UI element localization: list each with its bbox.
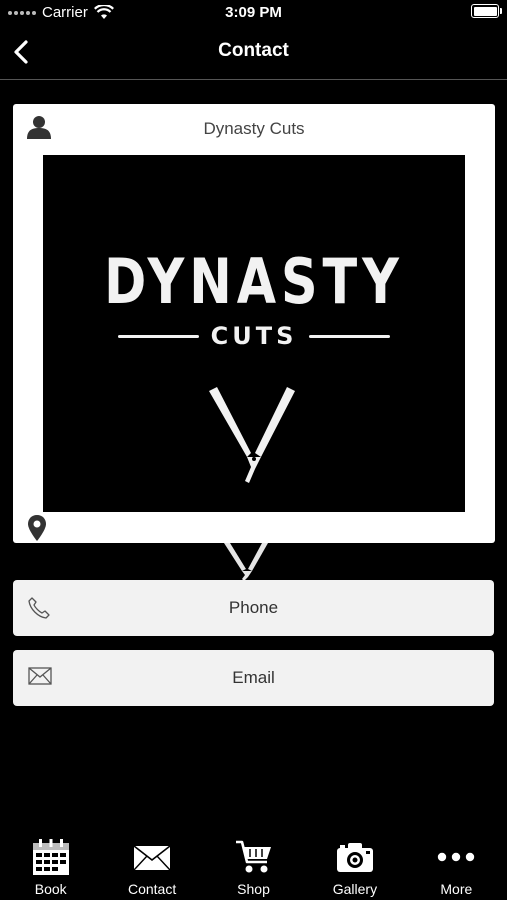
tab-gallery[interactable]: Gallery [304,830,405,900]
envelope-icon [133,845,171,871]
logo-divider-left [118,334,199,338]
email-button[interactable]: Email [13,650,494,706]
razor-icon [209,387,295,483]
tab-more-label: More [440,881,473,897]
tab-book[interactable]: Book [0,830,101,900]
tab-contact[interactable]: Contact [101,830,202,900]
status-time: 3:09 PM [225,4,282,21]
navigation-bar: Contact [0,26,507,80]
location-pin-icon [28,515,46,541]
tab-contact-label: Contact [127,881,177,897]
business-name: Dynasty Cuts [203,119,305,138]
logo-sub-row: CUTS [118,322,391,350]
email-button-label: Email [232,668,275,687]
tab-shop-label: Shop [237,881,270,897]
camera-icon [336,843,373,872]
calendar-icon [32,839,69,875]
page-title: Contact [218,40,289,61]
logo-sub-text: CUTS [210,322,298,350]
razor-reflection-icon [224,543,268,581]
status-bar: Carrier 3:09 PM [0,0,507,26]
tab-bar: Book Contact Shop Gallery More [0,830,507,900]
more-dots-icon [438,852,475,862]
cart-icon [235,840,271,873]
logo-divider-right [309,334,391,338]
status-right [471,4,502,18]
tab-shop[interactable]: Shop [203,830,304,900]
business-logo: DYNASTY CUTS [43,155,465,512]
tab-book-label: Book [34,881,67,897]
battery-icon [471,4,502,18]
tab-gallery-label: Gallery [332,881,378,897]
contact-card: Dynasty Cuts DYNASTY CUTS [13,104,495,543]
phone-button-label: Phone [228,598,279,617]
logo-main-text: DYNASTY [104,245,404,318]
phone-button[interactable]: Phone [13,580,494,636]
tab-more[interactable]: More [406,830,507,900]
